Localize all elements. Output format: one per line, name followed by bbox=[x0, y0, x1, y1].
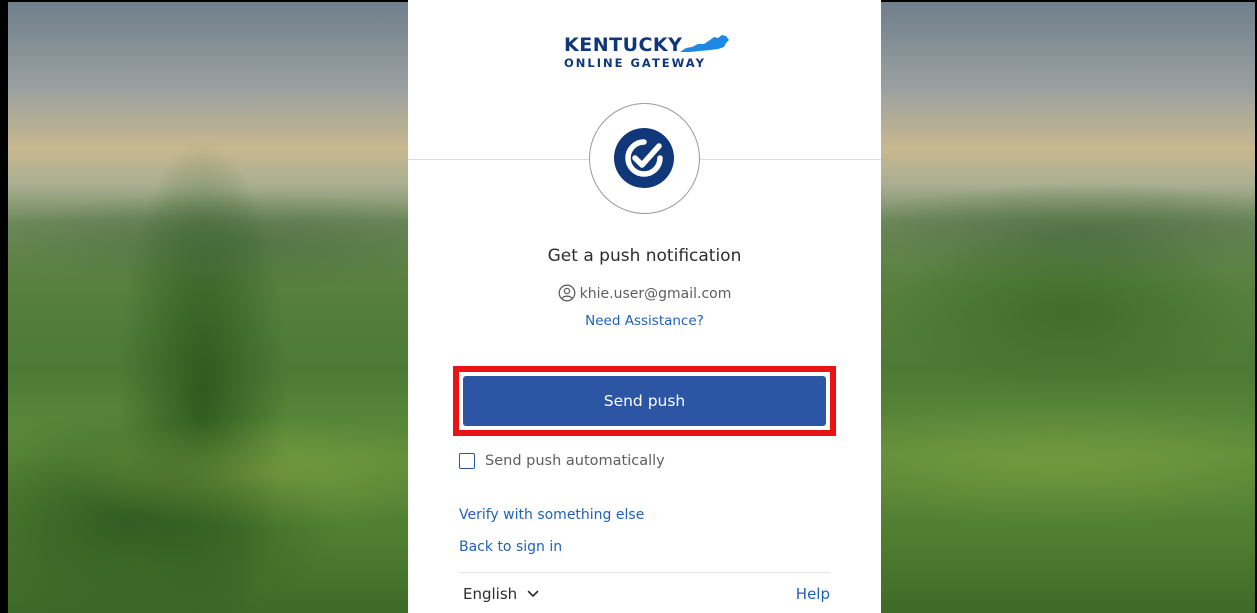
send-push-button[interactable]: Send push bbox=[463, 376, 826, 426]
need-assistance-link[interactable]: Need Assistance? bbox=[408, 313, 881, 329]
sign-in-card: KENTUCKY ONLINE GATEWAY Get a push notif… bbox=[408, 0, 881, 613]
user-identity: khie.user@gmail.com bbox=[408, 284, 881, 302]
kentucky-online-gateway-logo: KENTUCKY ONLINE GATEWAY bbox=[564, 34, 744, 76]
back-to-sign-in-link[interactable]: Back to sign in bbox=[459, 539, 562, 555]
footer-divider bbox=[459, 572, 830, 573]
factor-icon-ring bbox=[589, 103, 700, 214]
send-push-automatically-option[interactable]: Send push automatically bbox=[459, 450, 665, 472]
verify-with-something-else-link[interactable]: Verify with something else bbox=[459, 507, 644, 523]
page-title: Get a push notification bbox=[547, 246, 742, 266]
chevron-down-icon bbox=[527, 590, 539, 597]
user-icon bbox=[558, 284, 576, 302]
user-email: khie.user@gmail.com bbox=[579, 286, 732, 302]
divider-left bbox=[408, 159, 589, 160]
okta-verify-check-icon bbox=[614, 128, 674, 188]
divider-right bbox=[700, 159, 881, 160]
help-link[interactable]: Help bbox=[796, 585, 830, 603]
logo-line2: ONLINE GATEWAY bbox=[564, 56, 706, 70]
language-label: English bbox=[463, 585, 518, 603]
kentucky-state-icon bbox=[680, 35, 729, 52]
send-push-automatically-label: Send push automatically bbox=[485, 453, 665, 469]
logo-line1: KENTUCKY bbox=[564, 34, 683, 56]
language-selector[interactable]: English bbox=[463, 585, 539, 603]
send-push-automatically-checkbox[interactable] bbox=[459, 453, 475, 469]
